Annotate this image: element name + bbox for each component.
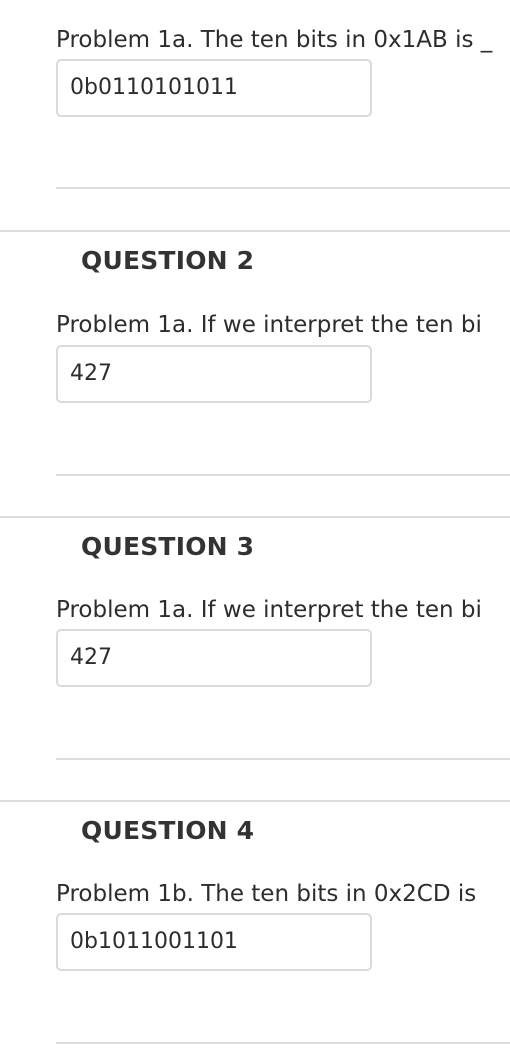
question-separator	[0, 230, 510, 232]
question-2-answer-field[interactable]: 427	[56, 345, 372, 403]
question-1-prompt: Problem 1a. The ten bits in 0x1AB is _	[56, 27, 493, 53]
question-3-prompt: Problem 1a. If we interpret the ten bi	[56, 597, 482, 623]
question-3-answer-field[interactable]: 427	[56, 629, 372, 687]
question-3-divider	[56, 758, 510, 760]
question-2-title: QUESTION 2	[81, 246, 255, 275]
quiz-page: Problem 1a. The ten bits in 0x1AB is _ 0…	[0, 0, 510, 1056]
question-1-answer-field[interactable]: 0b0110101011	[56, 59, 372, 117]
question-1-divider	[56, 187, 510, 189]
question-4-title: QUESTION 4	[81, 816, 255, 845]
question-separator	[0, 516, 510, 518]
question-2-prompt: Problem 1a. If we interpret the ten bi	[56, 312, 482, 338]
question-3-title: QUESTION 3	[81, 532, 255, 561]
question-2-divider	[56, 474, 510, 476]
question-4-divider	[56, 1042, 510, 1044]
question-4-prompt: Problem 1b. The ten bits in 0x2CD is	[56, 881, 477, 907]
question-separator	[0, 800, 510, 802]
question-4-answer-field[interactable]: 0b1011001101	[56, 913, 372, 971]
